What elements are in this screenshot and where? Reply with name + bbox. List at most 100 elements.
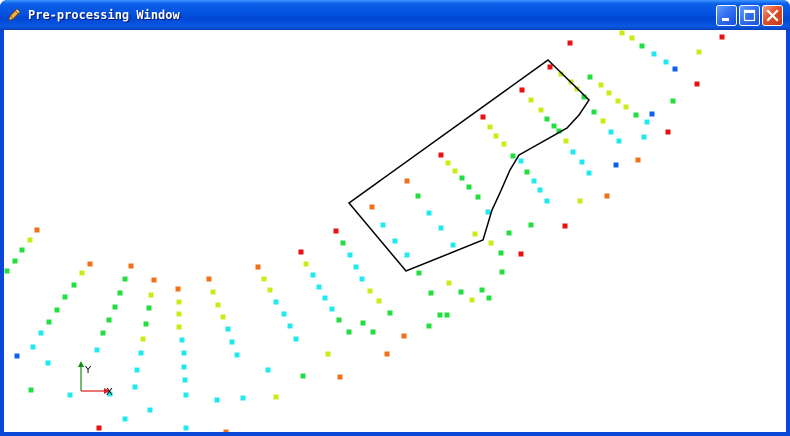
point-marker: [604, 193, 610, 199]
viewport-area[interactable]: Y X: [4, 30, 786, 432]
point-marker: [528, 222, 534, 228]
point-marker: [273, 299, 279, 305]
point-marker: [176, 299, 182, 305]
point-marker: [562, 223, 568, 229]
point-marker: [19, 247, 25, 253]
point-marker: [122, 276, 128, 282]
point-marker: [179, 337, 185, 343]
point-marker: [225, 326, 231, 332]
close-button[interactable]: [762, 5, 783, 26]
point-marker: [518, 158, 524, 164]
point-marker: [639, 43, 645, 49]
point-marker: [360, 320, 366, 326]
point-marker: [210, 289, 216, 295]
point-marker: [567, 40, 573, 46]
point-cloud: [4, 30, 725, 432]
point-marker: [333, 228, 339, 234]
point-marker: [220, 314, 226, 320]
point-marker: [641, 134, 647, 140]
point-marker: [148, 292, 154, 298]
point-marker: [616, 138, 622, 144]
point-marker: [181, 350, 187, 356]
selection-polygon[interactable]: [347, 59, 590, 272]
point-marker: [132, 384, 138, 390]
point-marker: [79, 270, 85, 276]
point-marker: [635, 157, 641, 163]
point-marker: [598, 82, 604, 88]
point-marker: [644, 119, 650, 125]
point-marker: [416, 270, 422, 276]
point-marker: [579, 159, 585, 165]
point-marker: [486, 295, 492, 301]
point-marker: [570, 149, 576, 155]
point-marker: [428, 290, 434, 296]
point-marker: [67, 392, 73, 398]
point-marker: [117, 290, 123, 296]
point-marker: [87, 261, 93, 267]
point-marker: [303, 261, 309, 267]
point-marker: [106, 317, 112, 323]
point-marker: [438, 225, 444, 231]
point-marker: [694, 81, 700, 87]
point-marker: [4, 268, 10, 274]
point-marker: [401, 333, 407, 339]
point-marker: [376, 298, 382, 304]
point-marker: [480, 114, 486, 120]
point-marker: [122, 416, 128, 422]
point-marker: [229, 339, 235, 345]
point-marker: [143, 321, 149, 327]
point-marker: [14, 353, 20, 359]
maximize-button[interactable]: [739, 5, 760, 26]
point-marker: [544, 116, 550, 122]
point-marker: [300, 373, 306, 379]
point-marker: [12, 258, 18, 264]
point-marker: [663, 59, 669, 65]
point-marker: [380, 222, 386, 228]
point-marker: [223, 429, 229, 432]
point-marker: [426, 210, 432, 216]
point-marker: [128, 263, 134, 269]
point-marker: [445, 160, 451, 166]
point-cloud-view[interactable]: Y X: [4, 30, 786, 432]
point-marker: [112, 304, 118, 310]
point-marker: [696, 49, 702, 55]
point-marker: [446, 280, 452, 286]
point-marker: [613, 162, 619, 168]
point-marker: [633, 112, 639, 118]
point-marker: [488, 240, 494, 246]
point-marker: [506, 230, 512, 236]
point-marker: [151, 277, 157, 283]
point-marker: [623, 104, 629, 110]
point-marker: [719, 34, 725, 40]
pre-processing-window: Pre-processing Window Y X: [0, 0, 790, 436]
title-bar[interactable]: Pre-processing Window: [0, 0, 790, 30]
point-marker: [384, 351, 390, 357]
point-marker: [608, 129, 614, 135]
point-marker: [591, 109, 597, 115]
point-marker: [452, 168, 458, 174]
point-marker: [369, 204, 375, 210]
point-marker: [140, 336, 146, 342]
point-marker: [146, 305, 152, 311]
point-marker: [459, 175, 465, 181]
point-marker: [518, 251, 524, 257]
point-marker: [183, 392, 189, 398]
point-marker: [100, 330, 106, 336]
point-marker: [547, 64, 553, 70]
point-marker: [519, 87, 525, 93]
point-marker: [147, 407, 153, 413]
point-marker: [600, 118, 606, 124]
point-marker: [176, 324, 182, 330]
point-marker: [438, 152, 444, 158]
point-marker: [38, 330, 44, 336]
point-marker: [544, 198, 550, 204]
point-marker: [255, 264, 261, 270]
x-axis-label: X: [106, 387, 113, 398]
point-marker: [444, 312, 450, 318]
point-marker: [479, 287, 485, 293]
pencil-icon: [8, 8, 21, 21]
point-marker: [34, 227, 40, 233]
minimize-button[interactable]: [716, 5, 737, 26]
point-marker: [587, 74, 593, 80]
point-marker: [340, 240, 346, 246]
